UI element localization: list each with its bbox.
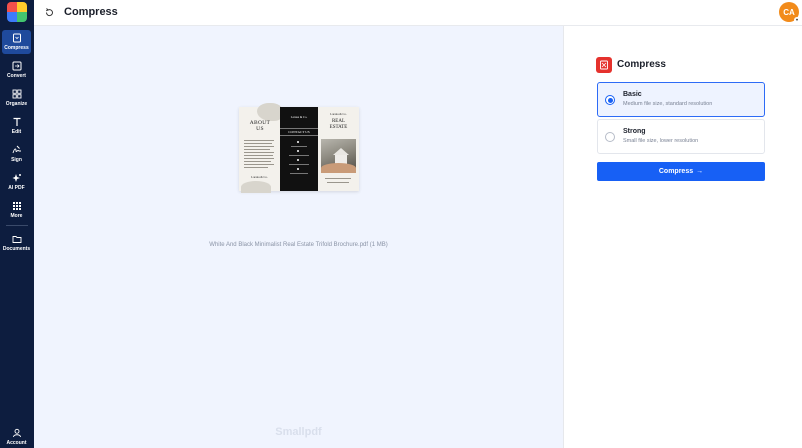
- sidebar-item-label: Sign: [11, 157, 22, 163]
- sidebar-item-sign[interactable]: Sign: [2, 142, 31, 166]
- avatar-initials: CA: [783, 7, 795, 17]
- sidebar-item-label: Edit: [11, 129, 22, 135]
- user-icon: [12, 428, 21, 438]
- brand-watermark: Smallpdf: [275, 426, 322, 438]
- radio-strong[interactable]: [605, 132, 615, 142]
- avatar[interactable]: CA ▾: [779, 2, 800, 23]
- option-strong[interactable]: Strong Small file size, lower resolution: [597, 119, 765, 154]
- brochure-panel-contact: Larana & Co. CONTACT US: [280, 107, 318, 191]
- compression-options-panel: Compress Basic Medium file size, standar…: [563, 26, 802, 448]
- folder-icon: [12, 236, 21, 243]
- sidebar-divider: [6, 225, 28, 226]
- radio-basic[interactable]: [605, 95, 615, 105]
- compress-tool-icon: [596, 57, 612, 73]
- smallpdf-logo[interactable]: [7, 2, 27, 22]
- brochure-about-heading: ABOUT US: [249, 120, 271, 132]
- brochure-panel-real-estate: Larana & Co. REAL ESTATE: [318, 107, 359, 191]
- option-description: Small file size, lower resolution: [623, 138, 699, 144]
- compress-button[interactable]: Compress →: [597, 162, 765, 181]
- sidebar-item-documents[interactable]: Documents: [2, 231, 31, 255]
- house-photo: [321, 139, 356, 173]
- convert-icon: [12, 61, 21, 71]
- option-title: Basic: [623, 91, 642, 98]
- grid-icon: [12, 202, 21, 210]
- document-thumbnail[interactable]: ABOUT US Larana & Co. Larana & Co. CONTAC…: [239, 103, 359, 193]
- sidebar-item-account[interactable]: Account: [2, 425, 31, 448]
- sidebar-item-organize[interactable]: Organize: [2, 86, 31, 110]
- ai-sparkle-icon: [12, 174, 21, 182]
- option-title: Strong: [623, 128, 646, 135]
- document-workspace: ABOUT US Larana & Co. Larana & Co. CONTAC…: [34, 26, 563, 448]
- sidebar-item-label: Organize: [5, 101, 28, 107]
- sidebar-item-label: More: [10, 213, 23, 219]
- decor-blob: [241, 181, 271, 193]
- brochure-contact-heading: CONTACT US: [280, 128, 318, 136]
- sidebar-item-label: Compress: [4, 45, 29, 51]
- organize-icon: [12, 89, 21, 99]
- option-basic[interactable]: Basic Medium file size, standard resolut…: [597, 82, 765, 117]
- brochure-panel-about: ABOUT US Larana & Co.: [239, 103, 283, 193]
- option-description: Medium file size, standard resolution: [623, 101, 713, 107]
- sidebar-item-convert[interactable]: Convert: [2, 58, 31, 82]
- signature-icon: [12, 145, 21, 154]
- sidebar: Compress Convert Organize Edit Sign AI P…: [0, 0, 34, 448]
- sidebar-item-label: Account: [6, 440, 27, 446]
- panel-title: Compress: [617, 59, 666, 70]
- sidebar-item-ai-pdf[interactable]: AI PDF: [2, 170, 31, 194]
- brochure-brand: Larana & Co.: [251, 175, 268, 179]
- sidebar-item-more[interactable]: More: [2, 198, 31, 222]
- compress-icon: [12, 33, 21, 43]
- edit-text-icon: [13, 117, 20, 126]
- sidebar-item-label: Convert: [7, 73, 26, 79]
- sidebar-item-edit[interactable]: Edit: [2, 114, 31, 138]
- top-bar: Compress CA ▾: [34, 0, 802, 26]
- arrow-right-icon: →: [696, 168, 704, 175]
- sidebar-item-label: AI PDF: [8, 185, 25, 191]
- file-name: White And Black Minimalist Real Estate T…: [209, 242, 388, 248]
- chevron-down-icon: ▾: [794, 17, 800, 23]
- page-title: Compress: [64, 6, 118, 18]
- sidebar-item-label: Documents: [2, 246, 31, 252]
- compress-button-label: Compress: [658, 168, 694, 175]
- sidebar-item-compress[interactable]: Compress: [2, 30, 31, 54]
- brochure-real-estate-heading: REAL ESTATE: [329, 119, 348, 130]
- reset-icon[interactable]: [44, 7, 55, 18]
